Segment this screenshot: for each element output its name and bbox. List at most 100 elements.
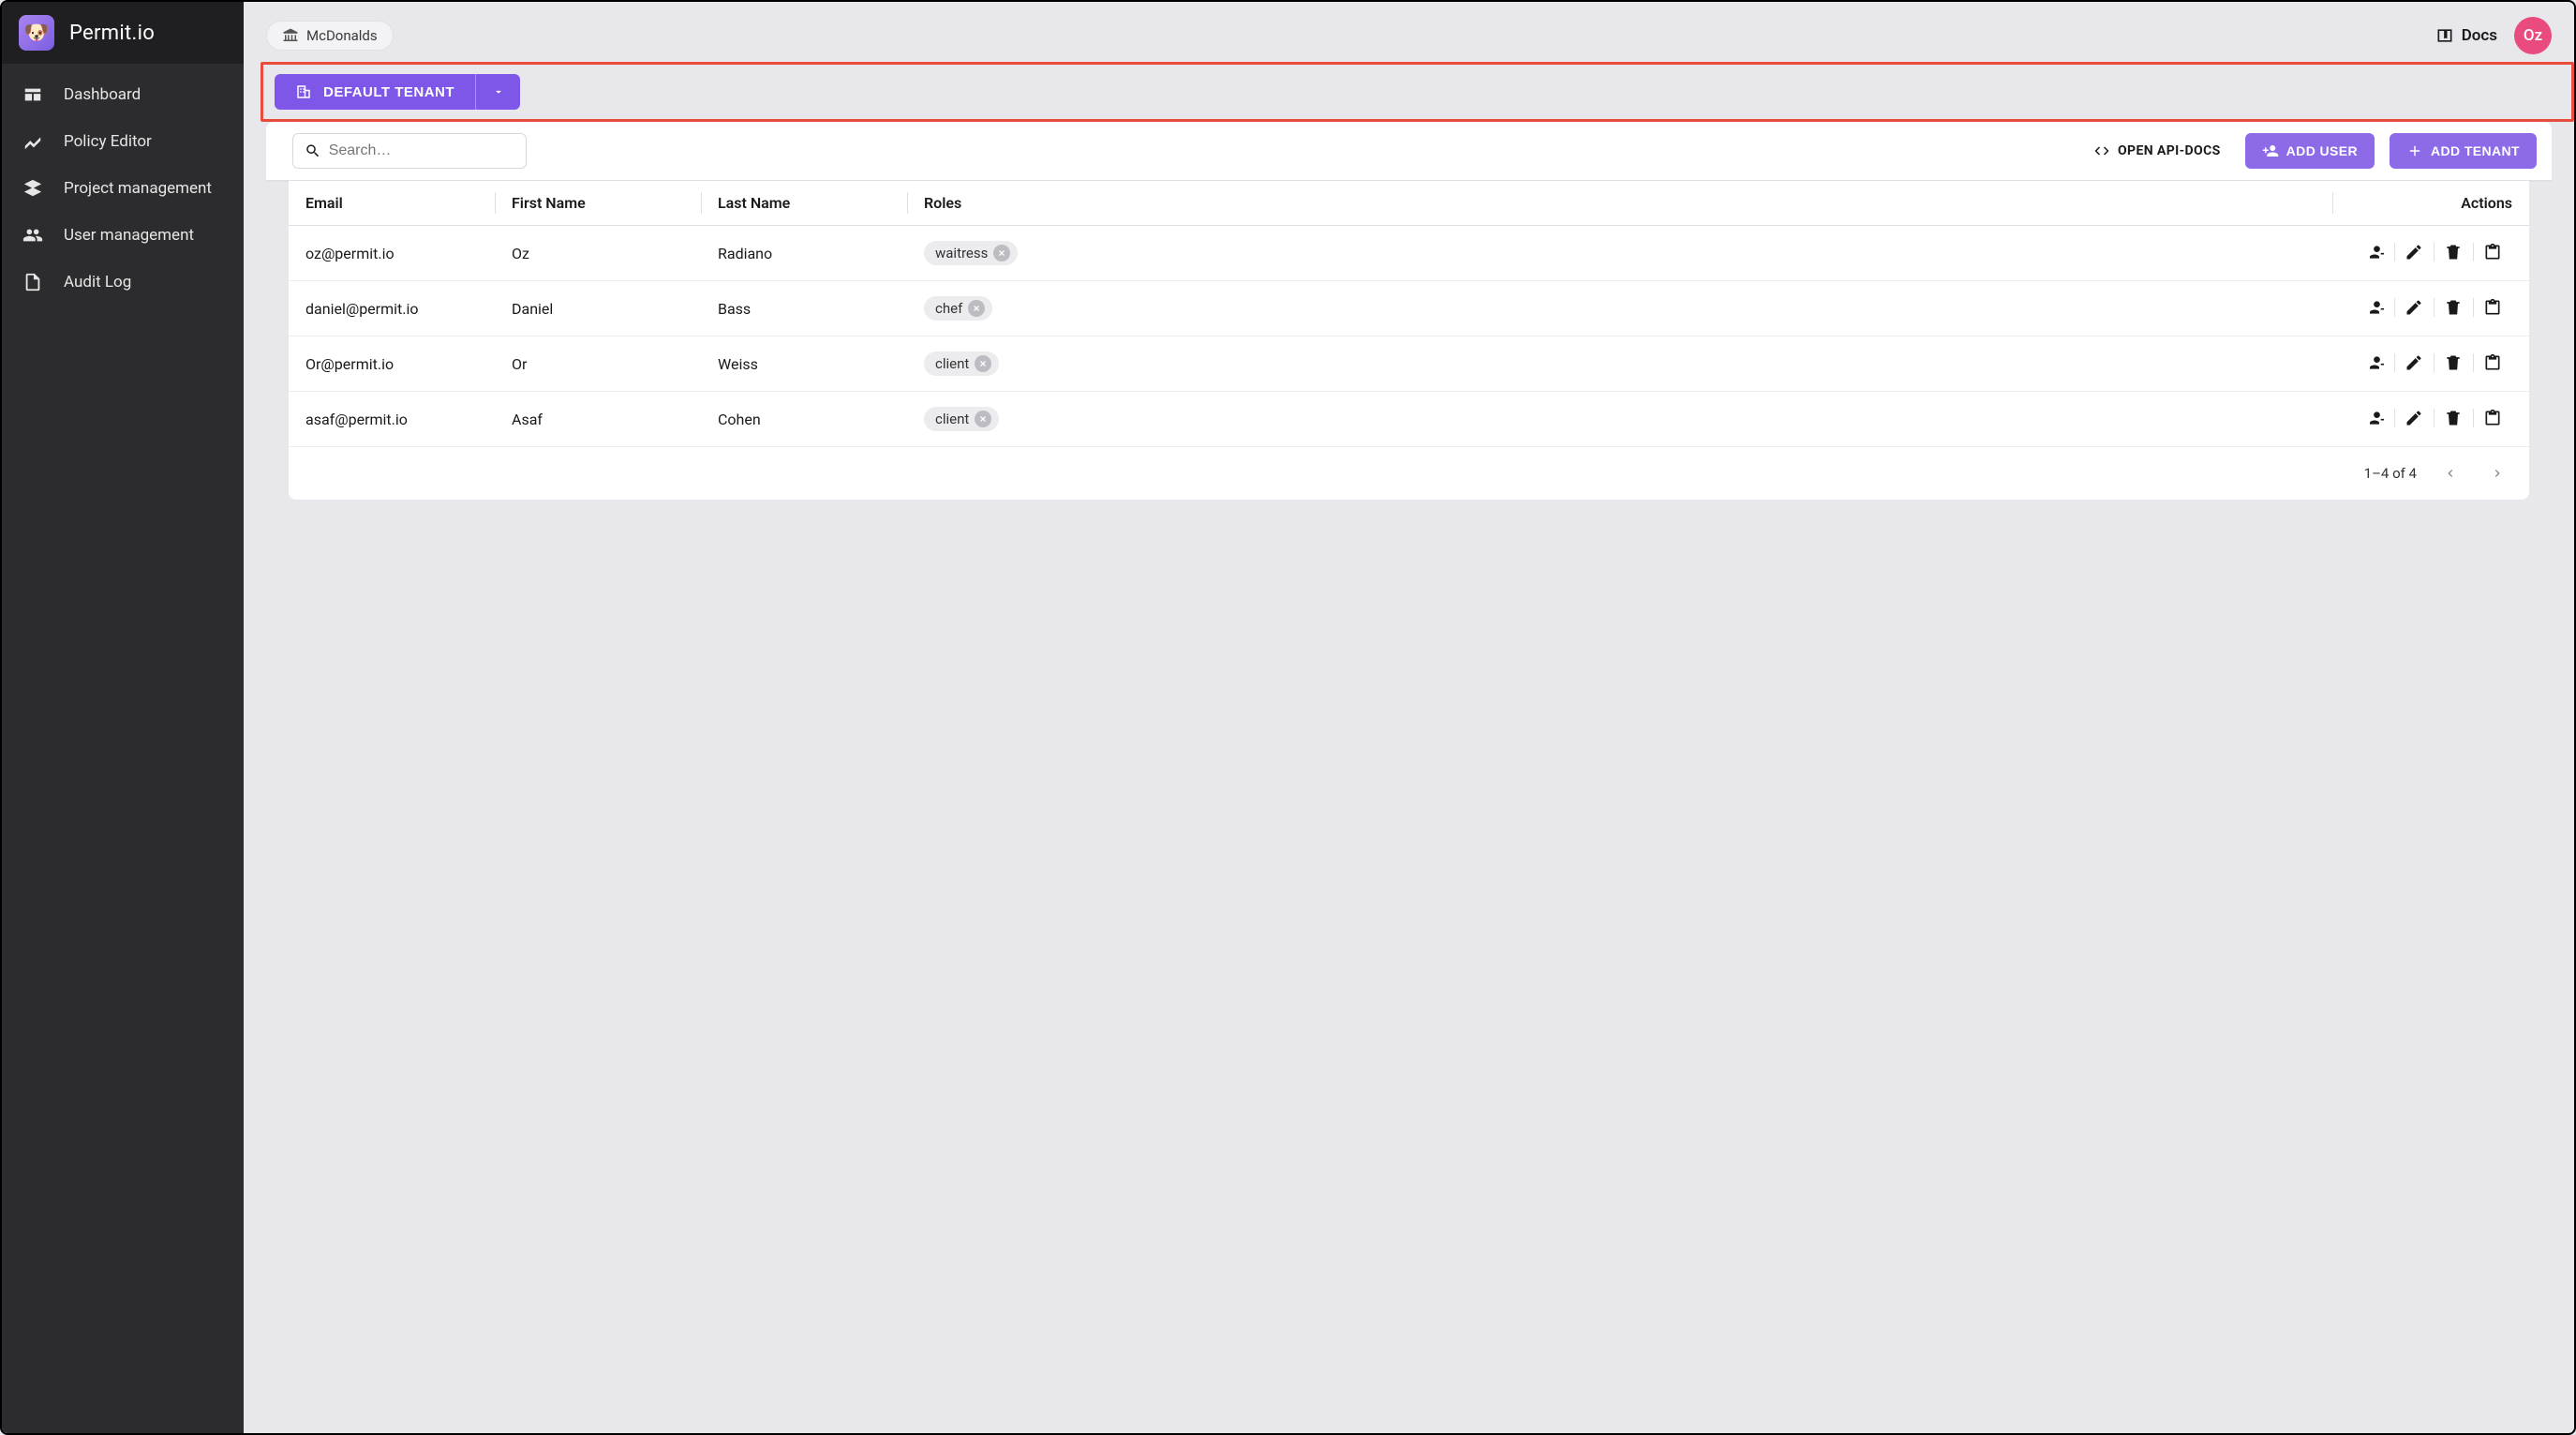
book-icon	[2435, 26, 2454, 45]
remove-role-button[interactable]	[975, 411, 991, 427]
sidebar-item-label: Policy Editor	[64, 132, 152, 151]
delete-user-button[interactable]	[2434, 351, 2473, 374]
cell-roles: waitress	[907, 226, 2332, 281]
pagination-next-button[interactable]	[2484, 460, 2510, 486]
cell-actions	[2332, 226, 2529, 281]
cell-roles: chef	[907, 281, 2332, 336]
cell-last-name: Radiano	[701, 226, 907, 281]
add-user-label: ADD USER	[2286, 143, 2358, 158]
role-chip[interactable]: waitress	[924, 241, 1018, 265]
cell-email: daniel@permit.io	[289, 281, 495, 336]
chevron-left-icon	[2443, 466, 2458, 481]
assign-role-button[interactable]	[2355, 241, 2394, 263]
role-label: waitress	[935, 245, 988, 262]
sidebar-item-audit-log[interactable]: Audit Log	[2, 259, 244, 306]
cell-actions	[2332, 392, 2529, 447]
role-chip[interactable]: client	[924, 407, 999, 431]
cell-roles: client	[907, 336, 2332, 392]
remove-role-button[interactable]	[968, 300, 985, 317]
sidebar-nav: Dashboard Policy Editor Project manageme…	[2, 64, 244, 306]
pagination-prev-button[interactable]	[2437, 460, 2464, 486]
col-header-email[interactable]: Email	[289, 181, 495, 226]
add-user-icon	[2262, 142, 2279, 159]
brand-logo: 🐶	[19, 15, 54, 51]
edit-user-button[interactable]	[2394, 296, 2434, 319]
topbar: McDonalds Docs Oz	[244, 2, 2574, 54]
close-icon	[972, 304, 981, 313]
cell-roles: client	[907, 392, 2332, 447]
edit-user-button[interactable]	[2394, 351, 2434, 374]
cell-first-name: Or	[495, 336, 701, 392]
users-table-card: Email First Name Last Name Roles Actions…	[289, 181, 2529, 500]
role-chip[interactable]: client	[924, 351, 999, 376]
remove-role-button[interactable]	[993, 245, 1010, 262]
delete-user-button[interactable]	[2434, 241, 2473, 263]
code-icon	[2093, 142, 2110, 159]
role-chip[interactable]: chef	[924, 296, 992, 321]
docs-label: Docs	[2462, 26, 2497, 45]
plus-icon	[2406, 142, 2423, 159]
remove-role-button[interactable]	[975, 355, 991, 372]
delete-user-button[interactable]	[2434, 296, 2473, 319]
add-tenant-label: ADD TENANT	[2431, 143, 2520, 158]
projects-icon	[22, 178, 43, 199]
cell-last-name: Weiss	[701, 336, 907, 392]
copy-user-button[interactable]	[2473, 296, 2512, 319]
edit-user-button[interactable]	[2394, 407, 2434, 429]
table-row: Or@permit.io Or Weiss client	[289, 336, 2529, 392]
open-api-docs-button[interactable]: OPEN API-DOCS	[2084, 137, 2230, 165]
role-label: chef	[935, 300, 962, 317]
sidebar-item-policy-editor[interactable]: Policy Editor	[2, 118, 244, 165]
cell-first-name: Asaf	[495, 392, 701, 447]
chevron-right-icon	[2490, 466, 2505, 481]
copy-user-button[interactable]	[2473, 407, 2512, 429]
close-icon	[997, 248, 1006, 258]
delete-user-button[interactable]	[2434, 407, 2473, 429]
assign-role-button[interactable]	[2355, 407, 2394, 429]
sidebar: 🐶 Permit.io Dashboard Policy Editor P	[2, 2, 244, 1433]
brand-name: Permit.io	[69, 22, 155, 45]
table-footer: 1–4 of 4	[289, 447, 2529, 500]
building-icon	[295, 83, 312, 100]
caret-down-icon	[492, 85, 505, 98]
add-tenant-button[interactable]: ADD TENANT	[2390, 133, 2537, 169]
context-label: McDonalds	[306, 27, 378, 44]
topbar-right: Docs Oz	[2435, 17, 2552, 54]
col-header-first-name[interactable]: First Name	[495, 181, 701, 226]
role-label: client	[935, 411, 969, 427]
copy-user-button[interactable]	[2473, 351, 2512, 374]
tenant-label: DEFAULT TENANT	[323, 84, 454, 100]
sidebar-item-label: Dashboard	[64, 85, 141, 104]
cell-email: oz@permit.io	[289, 226, 495, 281]
users-toolbar: OPEN API-DOCS ADD USER ADD TENANT	[266, 122, 2552, 181]
add-user-button[interactable]: ADD USER	[2245, 133, 2375, 169]
copy-user-button[interactable]	[2473, 241, 2512, 263]
sidebar-header: 🐶 Permit.io	[2, 2, 244, 64]
close-icon	[978, 359, 988, 368]
users-table: Email First Name Last Name Roles Actions…	[289, 181, 2529, 447]
cell-actions	[2332, 281, 2529, 336]
docs-link[interactable]: Docs	[2435, 26, 2497, 45]
sidebar-item-project-management[interactable]: Project management	[2, 165, 244, 212]
sidebar-item-dashboard[interactable]: Dashboard	[2, 71, 244, 118]
avatar[interactable]: Oz	[2514, 17, 2552, 54]
col-header-actions: Actions	[2332, 181, 2529, 226]
cell-email: asaf@permit.io	[289, 392, 495, 447]
table-row: asaf@permit.io Asaf Cohen client	[289, 392, 2529, 447]
edit-user-button[interactable]	[2394, 241, 2434, 263]
assign-role-button[interactable]	[2355, 351, 2394, 374]
api-docs-label: OPEN API-DOCS	[2118, 143, 2221, 158]
search-box[interactable]	[292, 133, 527, 169]
context-selector[interactable]: McDonalds	[266, 21, 394, 51]
pagination-label: 1–4 of 4	[2364, 465, 2417, 482]
assign-role-button[interactable]	[2355, 296, 2394, 319]
col-header-roles[interactable]: Roles	[907, 181, 2332, 226]
col-header-last-name[interactable]: Last Name	[701, 181, 907, 226]
sidebar-item-label: User management	[64, 226, 194, 245]
search-input[interactable]	[329, 142, 514, 159]
sidebar-item-user-management[interactable]: User management	[2, 212, 244, 259]
dashboard-icon	[22, 84, 43, 105]
cell-email: Or@permit.io	[289, 336, 495, 392]
policy-icon	[22, 131, 43, 152]
close-icon	[978, 414, 988, 424]
